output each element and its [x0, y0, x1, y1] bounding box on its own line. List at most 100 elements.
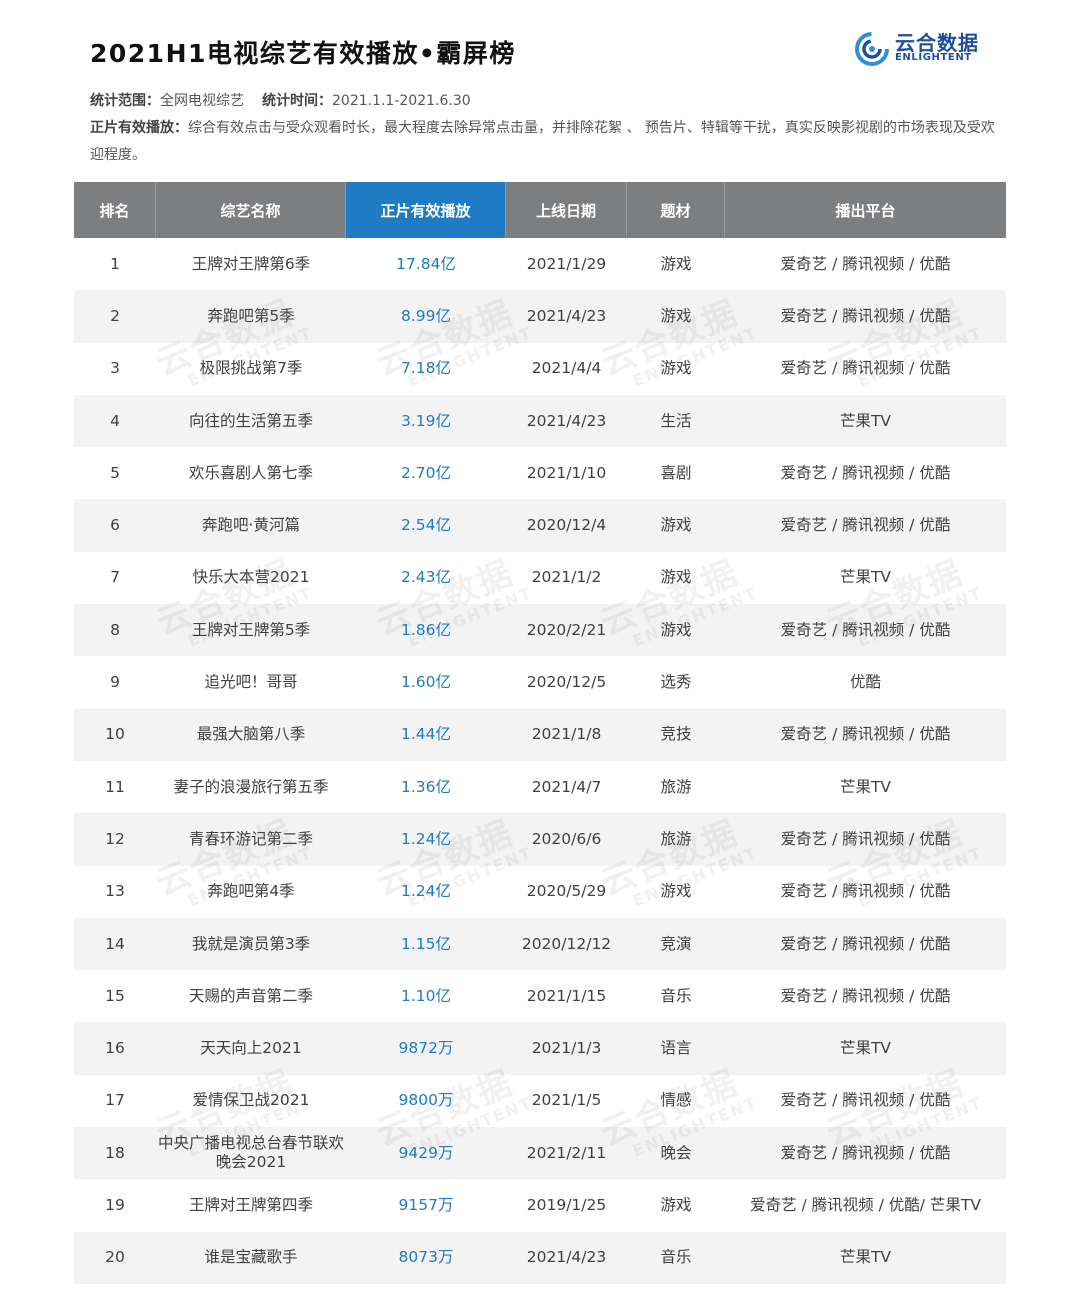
cell-name: 奔跑吧第4季: [207, 882, 295, 901]
cell-platform: 优酷: [849, 673, 881, 692]
cell-name: 谁是宝藏歌手: [204, 1248, 298, 1267]
cell-views: 7.18亿: [400, 359, 451, 378]
cell-date: 2020/2/21: [526, 620, 607, 639]
cell-platform: 爱奇艺 / 腾讯视频 / 优酷: [780, 359, 951, 378]
cell-views: 1.44亿: [400, 725, 451, 744]
cell-views: 2.70亿: [400, 463, 451, 482]
brand-logo: 云合数据 ENLIGHTENT: [853, 28, 983, 68]
cell-rank: 10: [105, 725, 125, 744]
cell-date: 2021/1/15: [526, 986, 607, 1005]
cell-date: 2021/1/3: [531, 1039, 602, 1058]
cell-genre: 游戏: [660, 620, 692, 639]
cell-name: 天天向上2021: [200, 1039, 302, 1058]
cell-platform: 芒果TV: [839, 411, 892, 430]
cell-platform: 爱奇艺 / 腾讯视频 / 优酷/ 芒果TV: [750, 1195, 981, 1214]
table-row: 2 奔跑吧第5季 8.99亿 2021/4/23 游戏 爱奇艺 / 腾讯视频 / 优酷: [74, 290, 1006, 343]
scope-value: 全网电视综艺: [160, 93, 244, 109]
cell-rank: 16: [105, 1039, 125, 1058]
cell-name: 王牌对王牌第5季: [191, 620, 311, 639]
cell-views: 1.15亿: [400, 934, 451, 953]
table-row: 16 天天向上2021 9872万 2021/1/3 语言 芒果TV: [74, 1022, 1006, 1075]
table-row: 1 王牌对王牌第6季 17.84亿 2021/1/29 游戏 爱奇艺 / 腾讯视频 / 优…: [74, 238, 1006, 290]
cell-rank: 19: [105, 1195, 125, 1214]
cell-genre: 旅游: [660, 829, 692, 848]
cell-views: 1.86亿: [400, 620, 451, 639]
cell-name: 中央广播电视总台春节联欢晚会2021: [157, 1134, 344, 1172]
cell-views: 1.24亿: [400, 829, 451, 848]
cell-name: 青春环游记第二季: [188, 829, 313, 848]
cell-platform: 爱奇艺 / 腾讯视频 / 优酷: [780, 829, 951, 848]
cell-genre: 游戏: [660, 568, 692, 587]
col-header-platform: 播出平台: [835, 201, 896, 220]
cell-genre: 游戏: [660, 359, 692, 378]
table-row: 7 快乐大本营2021 2.43亿 2021/1/2 游戏 芒果TV: [74, 552, 1006, 604]
cell-platform: 爱奇艺 / 腾讯视频 / 优酷: [780, 516, 951, 535]
definition-text: 综合有效点击与受众观看时长，最大程度去除异常点击量，并排除花絮 、 预告片、特辑…: [90, 120, 995, 163]
cell-date: 2021/4/23: [526, 411, 607, 430]
cell-rank: 20: [105, 1248, 125, 1267]
cell-name: 最强大脑第八季: [196, 725, 306, 744]
table-row: 17 爱情保卫战2021 9800万 2021/1/5 情感 爱奇艺 / 腾讯视频 / 优…: [74, 1075, 1006, 1127]
cell-date: 2020/12/12: [521, 934, 612, 953]
table-row: 11 妻子的浪漫旅行第五季 1.36亿 2021/4/7 旅游 芒果TV: [74, 761, 1006, 813]
cell-rank: 14: [105, 934, 125, 953]
time-value: 2021.1.1-2021.6.30: [332, 93, 471, 109]
cell-name: 奔跑吧第5季: [207, 306, 295, 325]
cell-genre: 音乐: [660, 986, 692, 1005]
cell-platform: 爱奇艺 / 腾讯视频 / 优酷: [780, 463, 951, 482]
col-header-views: 正片有效播放: [346, 182, 506, 238]
cell-rank: 4: [110, 411, 120, 430]
cell-platform: 爱奇艺 / 腾讯视频 / 优酷: [780, 254, 951, 273]
cell-date: 2021/1/10: [526, 463, 607, 482]
cell-rank: 5: [110, 463, 120, 482]
cell-date: 2021/4/23: [526, 306, 607, 325]
cell-rank: 17: [105, 1091, 125, 1110]
cell-date: 2021/1/8: [531, 725, 602, 744]
cell-rank: 11: [105, 777, 125, 796]
table-body: 1 王牌对王牌第6季 17.84亿 2021/1/29 游戏 爱奇艺 / 腾讯视频 / 优…: [74, 238, 1006, 1284]
cell-name: 欢乐喜剧人第七季: [188, 463, 313, 482]
table-row: 15 天赐的声音第二季 1.10亿 2021/1/15 音乐 爱奇艺 / 腾讯视频 / 优…: [74, 970, 1006, 1022]
cell-rank: 15: [105, 986, 125, 1005]
definition-label: 正片有效播放：: [90, 120, 188, 136]
cell-rank: 1: [110, 254, 120, 273]
cell-name: 妻子的浪漫旅行第五季: [173, 777, 329, 796]
table-row: 13 奔跑吧第4季 1.24亿 2020/5/29 游戏 爱奇艺 / 腾讯视频 / 优酷: [74, 866, 1006, 918]
cell-date: 2021/4/7: [531, 777, 602, 796]
col-header-genre: 题材: [627, 182, 725, 238]
cell-genre: 游戏: [660, 306, 692, 325]
table-row: 14 我就是演员第3季 1.15亿 2020/12/12 竞演 爱奇艺 / 腾讯视频 / …: [74, 917, 1006, 971]
cell-genre: 喜剧: [660, 463, 692, 482]
cell-date: 2020/5/29: [526, 882, 607, 901]
ranking-table: 排名 综艺名称 正片有效播放 上线日期 题材 播出平台 1 王牌对王牌第6季 17.…: [74, 182, 1006, 1284]
cell-views: 8073万: [398, 1248, 454, 1267]
col-header-rank: 排名: [74, 182, 156, 238]
cell-views: 2.54亿: [400, 516, 451, 535]
cell-name: 王牌对王牌第四季: [188, 1195, 313, 1214]
cell-platform: 爱奇艺 / 腾讯视频 / 优酷: [780, 725, 951, 744]
table-header: 排名 综艺名称 正片有效播放 上线日期 题材 播出平台: [74, 182, 1006, 238]
col-header-date: 上线日期: [506, 182, 627, 238]
cell-views: 17.84亿: [396, 254, 456, 273]
table-row: 10 最强大脑第八季 1.44亿 2021/1/8 竞技 爱奇艺 / 腾讯视频 / 优酷: [74, 708, 1006, 761]
scope-label: 统计范围：: [90, 93, 160, 109]
cell-genre: 游戏: [660, 516, 692, 535]
table-row: 9 追光吧！哥哥 1.60亿 2020/12/5 选秀 优酷: [74, 656, 1006, 708]
cell-views: 3.19亿: [400, 411, 451, 430]
cell-name: 快乐大本营2021: [192, 568, 310, 587]
cell-genre: 游戏: [660, 1195, 692, 1214]
cell-genre: 游戏: [660, 254, 692, 273]
cell-platform: 芒果TV: [839, 568, 892, 587]
cell-name: 王牌对王牌第6季: [191, 254, 311, 273]
cell-views: 1.36亿: [400, 777, 451, 796]
table-row: 20 谁是宝藏歌手 8073万 2021/4/23 音乐 芒果TV: [74, 1231, 1006, 1284]
cell-date: 2020/6/6: [531, 829, 602, 848]
definition-line: 正片有效播放：综合有效点击与受众观看时长，最大程度去除异常点击量，并排除花絮 、…: [90, 115, 1000, 169]
cell-platform: 芒果TV: [839, 1039, 892, 1058]
table-row: 18 中央广播电视总台春节联欢晚会2021 9429万 2021/2/11 晚会 爱奇艺 …: [74, 1127, 1006, 1180]
cell-date: 2020/12/5: [526, 673, 607, 692]
logo-mark-icon: [855, 32, 889, 66]
cell-name: 极限挑战第7季: [199, 359, 303, 378]
cell-rank: 6: [110, 516, 120, 535]
cell-rank: 12: [105, 829, 125, 848]
